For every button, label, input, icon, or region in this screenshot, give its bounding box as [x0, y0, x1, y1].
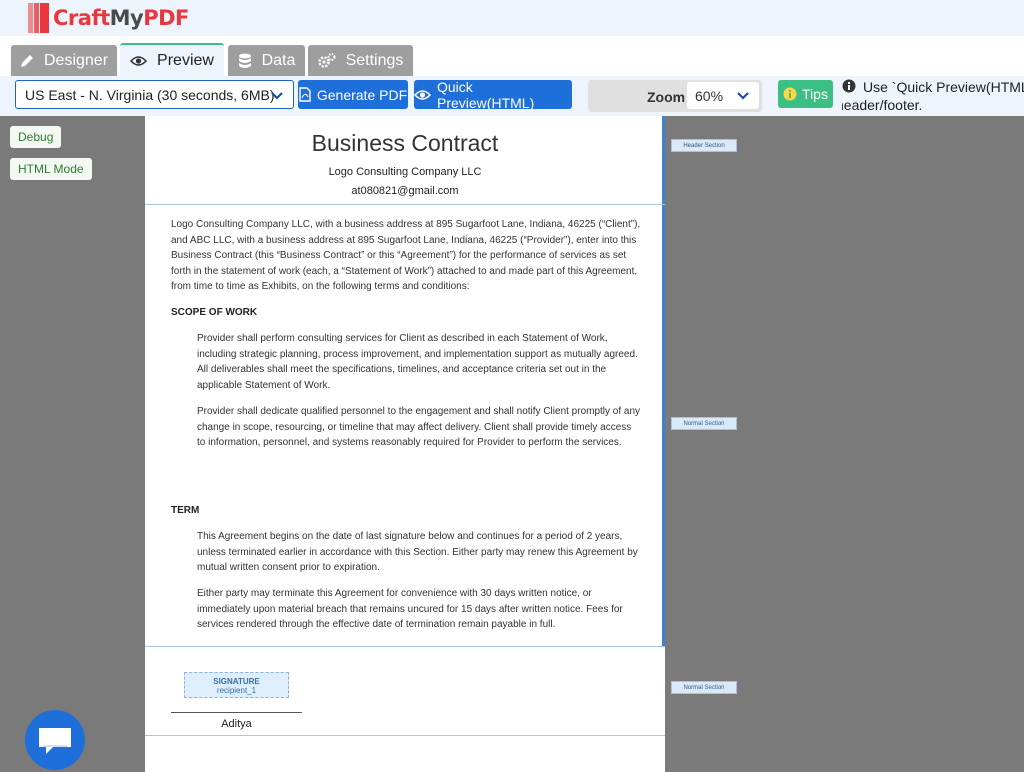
header-section-label: Header Section: [671, 139, 737, 152]
generate-pdf-label: Generate PDF: [316, 86, 408, 103]
hint-line-2: header/footer.: [842, 97, 923, 113]
html-mode-button[interactable]: HTML Mode: [10, 158, 92, 180]
pencil-icon: [20, 54, 34, 68]
chevron-down-icon: [271, 88, 283, 104]
term-paragraph-1: This Agreement begins on the date of las…: [197, 531, 638, 573]
hint-line-1: Use `Quick Preview(HTML)`: [863, 79, 1024, 95]
logo-text: CraftMyPDF: [53, 6, 189, 30]
tab-data-label: Data: [261, 51, 296, 69]
info-circle-icon: [842, 79, 856, 97]
chat-bubble-icon: [37, 726, 73, 756]
craftmypdf-logo[interactable]: CraftMyPDF: [28, 2, 189, 34]
chat-widget-button[interactable]: [25, 710, 85, 770]
logo-mark-icon: [28, 3, 50, 33]
company-email: at080821@gmail.com: [351, 185, 459, 197]
zoom-value: 60%: [695, 87, 724, 104]
generate-pdf-button[interactable]: Generate PDF: [298, 80, 408, 109]
section-divider: [145, 204, 665, 205]
database-icon: [238, 53, 252, 69]
company-name: Logo Consulting Company LLC: [328, 166, 482, 178]
eye-icon: [414, 89, 431, 101]
zoom-select[interactable]: 60%: [687, 82, 759, 109]
tips-label: Tips: [802, 86, 828, 102]
term-paragraph-2: Either party may terminate this Agreemen…: [197, 588, 623, 630]
signature-field[interactable]: SIGNATURE recipient_1: [184, 672, 289, 698]
scope-heading: SCOPE OF WORK: [171, 307, 258, 318]
tab-designer-label: Designer: [43, 51, 109, 69]
scope-paragraph-2: Provider shall dedicate qualified person…: [197, 406, 641, 448]
section-divider: [145, 646, 665, 647]
preview-toolbar: US East - N. Virginia (30 seconds, 6MB) …: [0, 76, 1024, 116]
tab-designer[interactable]: Designer: [11, 45, 117, 76]
quick-preview-label: Quick Preview(HTML): [437, 78, 535, 111]
tab-preview[interactable]: Preview: [120, 43, 224, 76]
intro-paragraph: Logo Consulting Company LLC, with a busi…: [171, 219, 641, 292]
eye-icon: [130, 55, 148, 67]
chevron-down-icon: [737, 88, 749, 104]
pdf-file-icon: [299, 87, 311, 102]
normal-section-label: Normal Section: [671, 681, 737, 694]
signature-label: SIGNATURE: [213, 677, 260, 686]
gears-icon: [317, 52, 336, 69]
term-heading: TERM: [171, 505, 200, 516]
region-select-value: US East - N. Virginia (30 seconds, 6MB): [25, 86, 275, 103]
zoom-label: Zoom: [647, 89, 686, 105]
pdf-page-preview: Business Contract Logo Consulting Compan…: [145, 116, 665, 772]
info-icon: [783, 87, 797, 101]
tab-bar: Designer Preview Data Settings: [0, 36, 1024, 76]
document-title: Business Contract: [311, 130, 499, 156]
normal-section-border: [662, 204, 665, 646]
tab-preview-label: Preview: [157, 51, 214, 69]
section-divider: [145, 735, 665, 736]
signature-recipient: recipient_1: [216, 686, 257, 695]
normal-section-label: Normal Section: [671, 417, 737, 430]
debug-button[interactable]: Debug: [10, 126, 62, 148]
zoom-control: Zoom 60%: [588, 80, 762, 112]
signature-line: [171, 712, 302, 713]
scope-paragraph-1: Provider shall perform consulting servic…: [197, 333, 638, 391]
app-header: CraftMyPDF: [0, 0, 1024, 36]
tab-settings-label: Settings: [345, 51, 404, 69]
preview-hint: Use `Quick Preview(HTML)` header/footer.: [842, 78, 1024, 114]
signer-name: Aditya: [221, 718, 252, 730]
region-select[interactable]: US East - N. Virginia (30 seconds, 6MB): [15, 80, 294, 109]
tab-data[interactable]: Data: [228, 45, 305, 76]
tips-button[interactable]: Tips: [778, 80, 833, 108]
tab-settings[interactable]: Settings: [308, 45, 413, 76]
quick-preview-button[interactable]: Quick Preview(HTML): [414, 78, 572, 111]
